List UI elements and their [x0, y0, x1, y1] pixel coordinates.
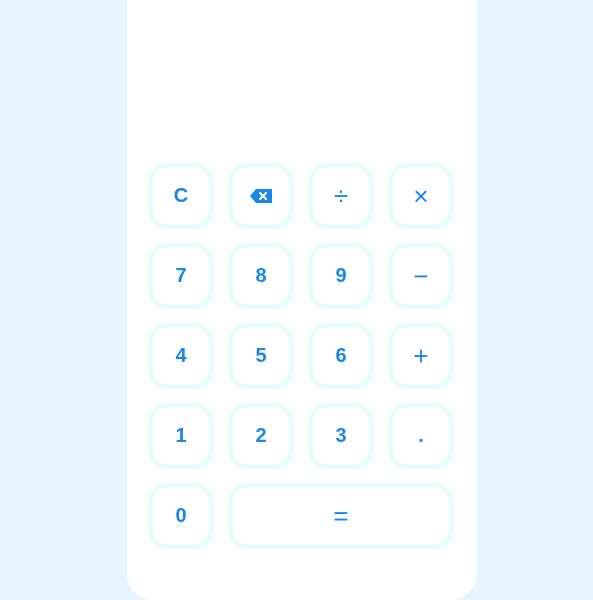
multiply-button[interactable]: × — [391, 166, 451, 226]
digit-6-button[interactable]: 6 — [311, 326, 371, 386]
digit-0-button[interactable]: 0 — [151, 486, 211, 546]
digit-7-button[interactable]: 7 — [151, 246, 211, 306]
calculator-display — [147, 10, 457, 150]
clear-button[interactable]: C — [151, 166, 211, 226]
digit-4-button[interactable]: 4 — [151, 326, 211, 386]
digit-9-button[interactable]: 9 — [311, 246, 371, 306]
digit-3-button[interactable]: 3 — [311, 406, 371, 466]
backspace-button[interactable] — [231, 166, 291, 226]
decimal-button[interactable]: . — [391, 406, 451, 466]
divide-button[interactable]: ÷ — [311, 166, 371, 226]
minus-button[interactable]: − — [391, 246, 451, 306]
digit-5-button[interactable]: 5 — [231, 326, 291, 386]
backspace-icon — [250, 189, 272, 203]
digit-2-button[interactable]: 2 — [231, 406, 291, 466]
digit-1-button[interactable]: 1 — [151, 406, 211, 466]
plus-button[interactable]: + — [391, 326, 451, 386]
equals-button[interactable]: = — [231, 486, 451, 546]
digit-8-button[interactable]: 8 — [231, 246, 291, 306]
calculator-card: C ÷ × 7 8 9 − 4 5 6 + 1 2 3 . 0 = — [127, 0, 477, 600]
